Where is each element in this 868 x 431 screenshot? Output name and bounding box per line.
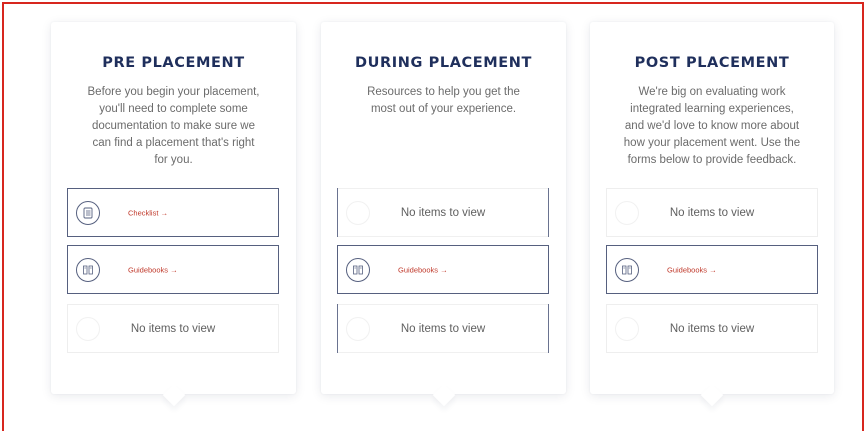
- checklist-link[interactable]: Checklist →: [128, 208, 168, 217]
- pre-placement-card: PRE PLACEMENT Before you begin your plac…: [51, 22, 296, 394]
- page-frame: PRE PLACEMENT Before you begin your plac…: [2, 2, 864, 431]
- empty-item: No items to view: [337, 188, 549, 237]
- guidebook-icon: [615, 257, 639, 282]
- guidebook-icon: [346, 257, 370, 282]
- guidebooks-link[interactable]: Guidebooks →: [398, 265, 448, 274]
- post-placement-card: POST PLACEMENT We're big on evaluating w…: [590, 22, 834, 394]
- card-title: DURING PLACEMENT: [354, 55, 533, 71]
- checklist-icon: [76, 200, 100, 225]
- empty-item: No items to view: [606, 304, 818, 353]
- card-description: We're big on evaluating work integrated …: [623, 86, 801, 166]
- card-description: Before you begin your placement, you'll …: [87, 86, 260, 166]
- guidebooks-item[interactable]: Guidebooks →: [606, 245, 818, 294]
- guidebooks-link[interactable]: Guidebooks →: [128, 265, 178, 274]
- empty-text: No items to view: [669, 322, 755, 335]
- guidebooks-link[interactable]: Guidebooks →: [667, 265, 717, 274]
- empty-item: No items to view: [67, 304, 279, 353]
- guidebooks-item[interactable]: Guidebooks →: [337, 245, 549, 294]
- empty-text: No items to view: [400, 206, 486, 219]
- empty-text: No items to view: [130, 322, 216, 335]
- card-description: Resources to help you get the most out o…: [367, 86, 520, 115]
- during-placement-card: DURING PLACEMENT Resources to help you g…: [321, 22, 566, 394]
- checklist-item[interactable]: Checklist →: [67, 188, 279, 237]
- empty-text: No items to view: [400, 322, 486, 335]
- guidebooks-item[interactable]: Guidebooks →: [67, 245, 279, 294]
- empty-item: No items to view: [337, 304, 549, 353]
- card-title: PRE PLACEMENT: [102, 55, 245, 71]
- empty-text: No items to view: [669, 206, 755, 219]
- guidebook-icon: [76, 257, 100, 282]
- empty-item: No items to view: [606, 188, 818, 237]
- card-title: POST PLACEMENT: [634, 55, 790, 71]
